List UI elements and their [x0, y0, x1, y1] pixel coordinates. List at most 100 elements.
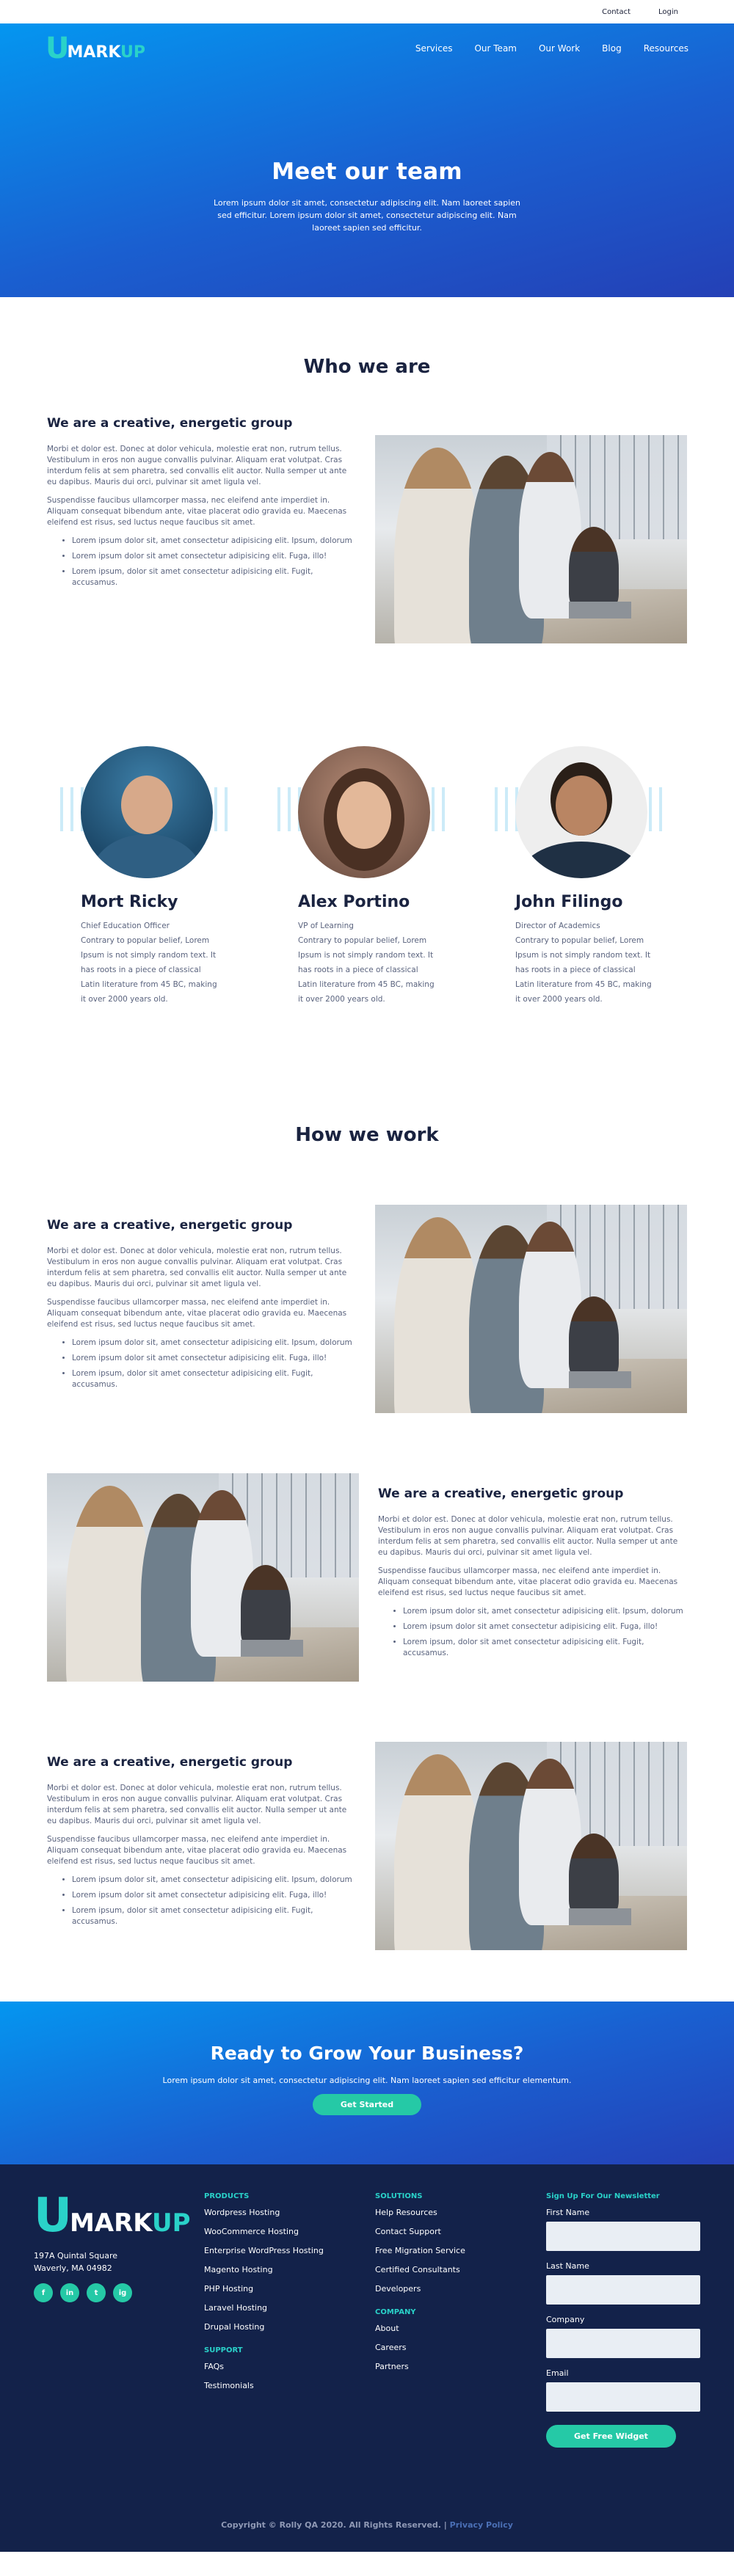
team-photo: [375, 435, 687, 643]
copyright: Copyright © Rolly QA 2020. All Rights Re…: [221, 2520, 513, 2530]
team-photo: [375, 1742, 687, 1950]
instagram-icon[interactable]: ig: [113, 2283, 132, 2302]
footer-link[interactable]: Laravel Hosting: [204, 2303, 375, 2313]
list-item: Lorem ipsum dolor sit, amet consectetur …: [403, 1606, 687, 1617]
footer-link[interactable]: Magento Hosting: [204, 2265, 375, 2274]
footer-link[interactable]: FAQs: [204, 2362, 375, 2371]
footer-link[interactable]: PHP Hosting: [204, 2284, 375, 2294]
linkedin-icon[interactable]: in: [60, 2283, 79, 2302]
cta-subtitle: Lorem ipsum dolor sit amet, consectetur …: [162, 2076, 572, 2085]
cta-title: Ready to Grow Your Business?: [210, 2043, 524, 2064]
feature-list: Lorem ipsum dolor sit, amet consectetur …: [72, 1875, 356, 1927]
nav-item-our-team[interactable]: Our Team: [474, 43, 517, 54]
team-photo: [375, 1205, 687, 1413]
first-name-field[interactable]: [546, 2222, 700, 2251]
avatar: [515, 746, 647, 878]
page-title: Meet our team: [272, 158, 462, 185]
feature-paragraph: Suspendisse faucibus ullamcorper massa, …: [378, 1566, 678, 1597]
feature-paragraph: Suspendisse faucibus ullamcorper massa, …: [47, 496, 347, 527]
feature-heading: We are a creative, energetic group: [47, 1755, 293, 1770]
privacy-policy-link[interactable]: Privacy Policy: [450, 2520, 513, 2530]
utility-bar: Contact Login: [0, 0, 734, 23]
footer-link[interactable]: Help Resources: [375, 2208, 546, 2217]
footer-logo[interactable]: U MARKUP: [34, 2192, 204, 2239]
nav-item-blog[interactable]: Blog: [602, 43, 622, 54]
login-link[interactable]: Login: [658, 8, 678, 16]
member-name: Mort Ricky: [81, 893, 178, 911]
footer-link[interactable]: Testimonials: [204, 2381, 375, 2390]
footer-link[interactable]: Certified Consultants: [375, 2265, 546, 2274]
contact-link[interactable]: Contact: [602, 8, 631, 16]
feature-paragraph: Morbi et dolor est. Donec at dolor vehic…: [378, 1515, 678, 1557]
logo-mark: MARK: [67, 43, 121, 62]
member-bio: Contrary to popular belief, Lorem Ipsum …: [298, 936, 435, 1004]
footer-link[interactable]: Contact Support: [375, 2227, 546, 2236]
avatar: [298, 746, 430, 878]
footer-link[interactable]: WooCommerce Hosting: [204, 2227, 375, 2236]
member-bio: Contrary to popular belief, Lorem Ipsum …: [515, 936, 652, 1004]
footer-link[interactable]: Partners: [375, 2362, 546, 2371]
list-item: Lorem ipsum, dolor sit amet consectetur …: [72, 1905, 356, 1927]
feature-row: We are a creative, energetic group Morbi…: [0, 1742, 734, 1950]
list-item: Lorem ipsum dolor sit amet consectetur a…: [403, 1621, 687, 1632]
feature-paragraph: Morbi et dolor est. Donec at dolor vehic…: [47, 1247, 347, 1288]
feature-paragraph: Morbi et dolor est. Donec at dolor vehic…: [47, 445, 347, 486]
newsletter-form: Sign Up For Our Newsletter First Name La…: [546, 2192, 700, 2448]
feature-paragraph: Suspendisse faucibus ullamcorper massa, …: [47, 1835, 347, 1866]
footer-link[interactable]: Drupal Hosting: [204, 2322, 375, 2332]
footer-link[interactable]: Wordpress Hosting: [204, 2208, 375, 2217]
feature-heading: We are a creative, energetic group: [47, 1218, 293, 1233]
team-member: John Filingo Director of Academics Contr…: [495, 746, 684, 1007]
hero-subtitle: Lorem ipsum dolor sit amet, consectetur …: [213, 198, 521, 233]
last-name-field[interactable]: [546, 2275, 700, 2305]
get-started-button[interactable]: Get Started: [312, 2094, 422, 2115]
feature-list: Lorem ipsum dolor sit, amet consectetur …: [72, 1338, 356, 1390]
team-member: Mort Ricky Chief Education Officer Contr…: [60, 746, 250, 1007]
list-item: Lorem ipsum, dolor sit amet consectetur …: [72, 566, 356, 588]
main-nav: U MARKUP Services Our Team Our Work Blog…: [0, 23, 734, 73]
email-label: Email: [546, 2368, 569, 2378]
nav-item-resources[interactable]: Resources: [644, 43, 688, 54]
last-name-label: Last Name: [546, 2261, 589, 2271]
member-bio: Contrary to popular belief, Lorem Ipsum …: [81, 936, 217, 1004]
list-item: Lorem ipsum dolor sit amet consectetur a…: [72, 1890, 356, 1901]
first-name-label: First Name: [546, 2208, 590, 2217]
feature-paragraph: Suspendisse faucibus ullamcorper massa, …: [47, 1298, 347, 1329]
email-field[interactable]: [546, 2382, 700, 2412]
site-footer: U MARKUP 197A Quintal Square Waverly, MA…: [0, 2164, 734, 2552]
footer-solutions: SOLUTIONS Help Resources Contact Support…: [375, 2192, 546, 2448]
get-free-widget-button[interactable]: Get Free Widget: [546, 2425, 676, 2448]
list-item: Lorem ipsum dolor sit, amet consectetur …: [72, 1338, 356, 1349]
list-item: Lorem ipsum, dolor sit amet consectetur …: [72, 1368, 356, 1390]
footer-link[interactable]: Careers: [375, 2343, 546, 2352]
who-we-are-title: Who we are: [303, 356, 431, 378]
logo-up: UP: [120, 43, 146, 62]
nav-item-our-work[interactable]: Our Work: [539, 43, 580, 54]
team-photo: [47, 1473, 359, 1682]
how-we-work-title: How we work: [295, 1124, 439, 1146]
twitter-icon[interactable]: t: [87, 2283, 106, 2302]
member-role: VP of Learning: [298, 922, 354, 930]
company-field[interactable]: [546, 2329, 700, 2358]
footer-link[interactable]: About: [375, 2324, 546, 2333]
nav-item-services[interactable]: Services: [415, 43, 453, 54]
feature-row: We are a creative, energetic group Morbi…: [0, 1205, 734, 1413]
feature-row: We are a creative, energetic group Morbi…: [0, 1473, 734, 1682]
nav-links: Services Our Team Our Work Blog Resource…: [415, 43, 688, 54]
site-logo[interactable]: U MARKUP: [46, 34, 145, 63]
avatar: [81, 746, 213, 878]
cta-section: Ready to Grow Your Business? Lorem ipsum…: [0, 2002, 734, 2164]
list-item: Lorem ipsum dolor sit amet consectetur a…: [72, 1353, 356, 1364]
list-item: Lorem ipsum dolor sit, amet consectetur …: [72, 1875, 356, 1886]
feature-heading: We are a creative, energetic group: [47, 416, 293, 431]
hero-section: U MARKUP Services Our Team Our Work Blog…: [0, 23, 734, 297]
footer-link[interactable]: Developers: [375, 2284, 546, 2294]
feature-paragraph: Morbi et dolor est. Donec at dolor vehic…: [47, 1784, 347, 1825]
footer-products: PRODUCTS Wordpress Hosting WooCommerce H…: [204, 2192, 375, 2448]
footer-link[interactable]: Enterprise WordPress Hosting: [204, 2246, 375, 2255]
feature-list: Lorem ipsum dolor sit, amet consectetur …: [72, 536, 356, 588]
list-item: Lorem ipsum dolor sit amet consectetur a…: [72, 551, 356, 562]
facebook-icon[interactable]: f: [34, 2283, 53, 2302]
footer-link[interactable]: Free Migration Service: [375, 2246, 546, 2255]
member-name: John Filingo: [515, 893, 623, 911]
